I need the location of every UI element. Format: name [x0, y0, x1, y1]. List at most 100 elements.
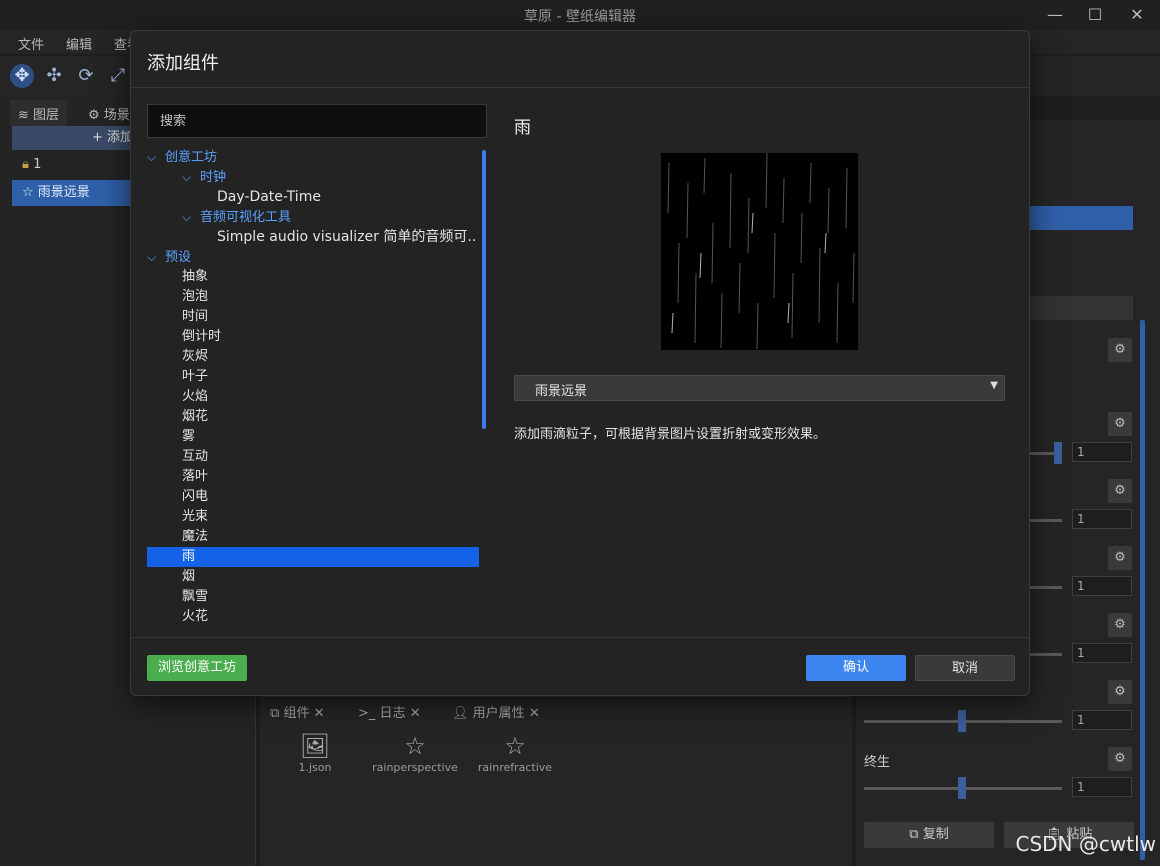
asset-label: rainperspective: [372, 761, 458, 774]
browse-workshop-button[interactable]: 浏览创意工坊: [147, 655, 247, 681]
copy-icon: ⧉: [270, 706, 280, 721]
tab-components[interactable]: ⧉ 组件 ✕: [270, 703, 325, 725]
tab-layers-label: 图层: [33, 108, 60, 123]
layer-label: 1: [33, 157, 42, 172]
tree-item[interactable]: 泡泡: [147, 287, 208, 307]
tree-label: 预设: [165, 250, 192, 265]
star-icon: ☆: [22, 185, 34, 200]
number-input[interactable]: 1: [1072, 442, 1132, 462]
number-input[interactable]: 1: [1072, 643, 1132, 663]
copy-button[interactable]: ⧉ 复制: [864, 822, 994, 848]
tree-item[interactable]: 烟: [147, 567, 195, 587]
select-tool-icon[interactable]: ✥: [10, 64, 34, 88]
tree-item[interactable]: 魔法: [147, 527, 208, 547]
tree-item[interactable]: 火焰: [147, 387, 208, 407]
tree-item[interactable]: 闪电: [147, 487, 208, 507]
tree-item[interactable]: 灰烬: [147, 347, 208, 367]
asset-item[interactable]: ☆ rainperspective: [360, 731, 470, 774]
terminal-icon: >_: [358, 706, 376, 721]
layers-icon: ≋: [18, 108, 29, 123]
star-icon: ☆: [404, 732, 426, 760]
chevron-down-icon[interactable]: ⌵: [147, 247, 165, 267]
variant-select[interactable]: 雨景远景 ▼: [514, 375, 1005, 401]
tab-scene-label: 场景: [103, 108, 130, 123]
close-icon[interactable]: ✕: [529, 706, 540, 721]
add-component-dialog: 添加组件 ⌵创意工坊 ⌵时钟 Day-Date-Time ⌵音频可视化工具 Si…: [130, 30, 1030, 696]
gear-icon[interactable]: ⚙: [1108, 479, 1132, 503]
gear-icon[interactable]: ⚙: [1108, 412, 1132, 436]
tree-item[interactable]: 烟花: [147, 407, 208, 427]
layer-label: 雨景远景: [37, 185, 90, 200]
close-icon[interactable]: ✕: [410, 706, 421, 721]
tree-item[interactable]: Simple audio visualizer 简单的音频可...: [217, 227, 477, 247]
tree-item[interactable]: 飘雪: [147, 587, 208, 607]
asset-item[interactable]: 🖼︎ 1.json: [260, 731, 370, 774]
close-icon[interactable]: ✕: [314, 706, 325, 721]
chevron-down-icon[interactable]: ⌵: [182, 167, 200, 187]
tree-item[interactable]: 火花: [147, 607, 208, 627]
user-icon: 👤︎: [452, 706, 469, 721]
slider-handle[interactable]: [958, 710, 966, 732]
tab-layers[interactable]: ≋ 图层: [10, 100, 68, 126]
search-input[interactable]: [147, 104, 487, 138]
tree-item[interactable]: 雾: [147, 427, 195, 447]
minimize-icon[interactable]: —: [1040, 4, 1070, 26]
gear-icon[interactable]: ⚙: [1108, 680, 1132, 704]
detail-title: 雨: [514, 118, 531, 138]
maximize-icon[interactable]: ☐: [1080, 4, 1110, 26]
component-tree: ⌵ 创意工坊 ⌵ 时钟 Day-Date-Time ⌵ 音频可视化工具 Simple …: [147, 147, 481, 627]
number-input[interactable]: 1: [1072, 710, 1132, 730]
asset-item[interactable]: ☆ rainrefractive: [460, 731, 570, 774]
tab-log-label: 日志: [379, 706, 406, 721]
scale-tool-icon[interactable]: ⤢: [106, 64, 130, 88]
lifetime-label: 终生: [864, 755, 891, 770]
divider: [131, 87, 1029, 88]
tree-item-selected[interactable]: 雨: [147, 547, 479, 567]
chevron-down-icon[interactable]: ⌵: [147, 147, 165, 167]
tree-category-audio[interactable]: ⌵ 音频可视化工具: [182, 207, 291, 227]
tree-category-clock[interactable]: ⌵ 时钟: [182, 167, 226, 187]
tab-components-label: 组件: [283, 706, 310, 721]
dialog-title: 添加组件: [147, 53, 219, 74]
tree-label: 时钟: [200, 170, 227, 185]
confirm-button[interactable]: 确认: [806, 655, 906, 681]
tree-category-presets[interactable]: ⌵ 预设: [147, 247, 191, 267]
number-input[interactable]: 1: [1072, 777, 1132, 797]
tree-item[interactable]: 落叶: [147, 467, 208, 487]
number-input[interactable]: 1: [1072, 509, 1132, 529]
tree-item[interactable]: 倒计时: [147, 327, 221, 347]
gear-icon[interactable]: ⚙: [1108, 546, 1132, 570]
gear-icon[interactable]: ⚙: [1108, 338, 1132, 362]
title-bar: 草原 - 壁纸编辑器 — ☐ ✕: [0, 0, 1160, 30]
close-icon[interactable]: ✕: [1122, 4, 1152, 26]
variant-select-value: 雨景远景: [535, 384, 588, 399]
component-description: 添加雨滴粒子，可根据背景图片设置折射或变形效果。: [514, 427, 827, 442]
tree-category-workshop[interactable]: ⌵ 创意工坊: [147, 147, 217, 167]
tab-log[interactable]: >_ 日志 ✕: [358, 703, 421, 725]
tree-item[interactable]: 互动: [147, 447, 208, 467]
move-tool-icon[interactable]: ✣: [42, 64, 66, 88]
properties-scrollbar[interactable]: [1140, 320, 1145, 860]
cancel-button[interactable]: 取消: [915, 655, 1015, 681]
number-input[interactable]: 1: [1072, 576, 1132, 596]
tab-user-properties[interactable]: 👤︎ 用户属性 ✕: [452, 703, 540, 725]
gear-icon[interactable]: ⚙: [1108, 747, 1132, 771]
chevron-down-icon[interactable]: ⌵: [182, 207, 200, 227]
tree-item[interactable]: Day-Date-Time: [217, 187, 321, 207]
tree-item[interactable]: 时间: [147, 307, 208, 327]
window-title: 草原 - 壁纸编辑器: [524, 9, 636, 25]
assets-panel: ⧉ 组件 ✕ >_ 日志 ✕ 👤︎ 用户属性 ✕ 🖼︎ 1.json ☆ rai…: [260, 696, 852, 866]
menu-edit[interactable]: 编辑: [66, 34, 92, 53]
copy-icon: ⧉: [909, 827, 919, 842]
slider-handle[interactable]: [1054, 442, 1062, 464]
preview-image: [661, 153, 858, 350]
menu-file[interactable]: 文件: [18, 34, 44, 53]
slider-handle[interactable]: [958, 777, 966, 799]
tree-item[interactable]: 叶子: [147, 367, 208, 387]
tree-item[interactable]: 抽象: [147, 267, 208, 287]
tree-scrollbar[interactable]: [482, 150, 486, 429]
star-icon: ☆: [504, 732, 526, 760]
gear-icon[interactable]: ⚙: [1108, 613, 1132, 637]
tree-item[interactable]: 光束: [147, 507, 208, 527]
rotate-tool-icon[interactable]: ⟳: [74, 64, 98, 88]
